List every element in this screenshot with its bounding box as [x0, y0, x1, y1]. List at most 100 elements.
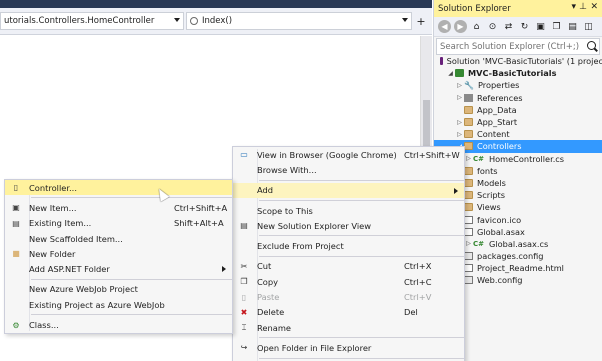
tree-item-label: Project_Readme.html: [477, 263, 564, 274]
tree-item[interactable]: ▷ Content: [434, 128, 602, 140]
menu-item-label: Class...: [29, 320, 59, 331]
expand-arrow-icon[interactable]: ▷: [455, 82, 464, 89]
menu-separator: [259, 235, 464, 237]
menu-item-exclude-from-project[interactable]: Exclude From Project: [233, 238, 464, 253]
collapse-all-icon[interactable]: ▣: [534, 20, 547, 33]
folder-icon: [464, 191, 473, 200]
menu-item-existing-project-as-azure-webjob[interactable]: Existing Project as Azure WebJob: [5, 297, 232, 312]
type-navigation-dropdown[interactable]: utorials.Controllers.HomeController: [0, 12, 184, 30]
menu-item-new-azure-webjob-project[interactable]: New Azure WebJob Project: [5, 282, 232, 297]
menu-item-paste: ▯ Paste Ctrl+V: [233, 289, 464, 304]
menu-item-open-folder-in-file-explorer[interactable]: ↪ Open Folder in File Explorer: [233, 340, 464, 355]
tree-item[interactable]: ▷ App_Start: [434, 116, 602, 128]
chevron-down-icon: [174, 18, 180, 22]
menu-item-new-folder[interactable]: ■ New Folder: [5, 246, 232, 261]
menu-item-view-in-browser-google-chrome[interactable]: ▭ View in Browser (Google Chrome) Ctrl+Shi…: [233, 147, 464, 162]
menu-item-shortcut: Ctrl+V: [404, 292, 432, 303]
menu-item-label: New Solution Explorer View: [257, 220, 372, 231]
preview-icon[interactable]: ◫: [582, 20, 595, 33]
forward-icon[interactable]: ▶: [454, 20, 467, 33]
tree-item-label: References: [477, 92, 523, 103]
refresh-icon[interactable]: ↻: [518, 20, 531, 33]
cut-icon: ✂: [240, 261, 248, 271]
tree-item-label: Global.asax.cs: [489, 238, 549, 249]
tree-item[interactable]: App_Data: [434, 104, 602, 116]
tree-item-label: Global.asax: [477, 226, 525, 237]
context-menu: ▭ View in Browser (Google Chrome) Ctrl+Shi…: [232, 146, 465, 361]
menu-item-new-scaffolded-item[interactable]: New Scaffolded Item...: [5, 231, 232, 246]
solution-explorer-search-input[interactable]: Search Solution Explorer (Ctrl+;): [436, 38, 600, 55]
expand-arrow-icon[interactable]: ▷: [464, 155, 473, 162]
menu-item-rename[interactable]: ⌶ Rename: [233, 320, 464, 335]
pending-changes-icon[interactable]: ⊙: [486, 20, 499, 33]
member-navigation-dropdown[interactable]: Index(): [186, 12, 412, 30]
menu-item-existing-item[interactable]: ▤ Existing Item... Shift+Alt+A: [5, 216, 232, 231]
menu-item-label: Rename: [257, 322, 292, 333]
properties-icon[interactable]: ▤: [566, 20, 579, 33]
wrench-icon: 🔧: [464, 80, 474, 90]
tree-item-label: Controllers: [477, 141, 522, 152]
menu-separator: [259, 179, 464, 181]
tree-item[interactable]: Solution 'MVC-BasicTutorials' (1 projec: [434, 55, 602, 67]
show-all-files-icon[interactable]: ❐: [550, 20, 563, 33]
menu-item-shortcut: Ctrl+X: [404, 261, 432, 272]
expand-arrow-icon[interactable]: ▷: [455, 119, 464, 126]
browser-icon: ▭: [240, 150, 248, 160]
tree-item-label: Views: [477, 202, 501, 213]
existing-item-icon: ▤: [12, 218, 20, 228]
sync-icon[interactable]: ⇄: [502, 20, 515, 33]
home-icon[interactable]: ⌂: [470, 20, 483, 33]
menu-item-label: Add: [257, 185, 274, 196]
search-icon[interactable]: [587, 41, 596, 50]
chevron-down-icon: [402, 18, 408, 22]
tree-item-label: Solution 'MVC-BasicTutorials' (1 projec: [446, 56, 602, 67]
solution-explorer-toolbar: ◀ ▶ ⌂ ⊙ ⇄ ↻ ▣ ❐ ▤ ◫: [434, 17, 602, 37]
menu-item-label: Paste: [257, 292, 280, 303]
dropdown-icon[interactable]: ▾: [571, 2, 576, 12]
menu-item-new-solution-explorer-view[interactable]: ▤ New Solution Explorer View: [233, 218, 464, 233]
menu-item-class[interactable]: ⚙ Class...: [5, 317, 232, 332]
tree-item-label: Properties: [478, 80, 520, 91]
close-icon[interactable]: ✕: [590, 2, 598, 12]
back-icon[interactable]: ◀: [438, 20, 451, 33]
tree-item-label: App_Data: [477, 104, 517, 115]
menu-item-label: Cut: [257, 261, 272, 272]
menu-separator: [259, 255, 464, 257]
menu-item-shortcut: Shift+Alt+A: [174, 218, 224, 229]
new-item-icon: ▣: [12, 203, 20, 213]
file-icon: [464, 264, 473, 273]
collapse-arrow-icon[interactable]: ◢: [446, 70, 455, 77]
expand-arrow-icon[interactable]: ▷: [464, 240, 473, 247]
tree-item[interactable]: ▷ 🔧 Properties: [434, 79, 602, 91]
menu-item-add-asp-net-folder[interactable]: Add ASP.NET Folder: [5, 261, 232, 276]
expand-arrow-icon[interactable]: ▷: [455, 94, 464, 101]
project-icon: [455, 69, 464, 78]
new-folder-icon: ■: [12, 249, 20, 259]
menu-item-browse-with[interactable]: Browse With...: [233, 162, 464, 177]
folder-icon: [464, 166, 473, 175]
tree-item[interactable]: ▷ References: [434, 92, 602, 104]
pin-icon[interactable]: ⊥: [579, 2, 587, 12]
menu-item-copy[interactable]: ❐ Copy Ctrl+C: [233, 274, 464, 289]
menu-item-label: New Folder: [29, 248, 76, 259]
tree-item[interactable]: ◢ MVC-BasicTutorials: [434, 67, 602, 79]
solution-explorer-title-bar: Solution Explorer ▾ ⊥ ✕: [434, 0, 602, 17]
menu-item-cut[interactable]: ✂ Cut Ctrl+X: [233, 259, 464, 274]
tree-item-label: favicon.ico: [477, 214, 522, 225]
menu-item-label: Delete: [257, 307, 285, 318]
copy-icon: ❐: [240, 277, 248, 287]
folder-icon: [464, 105, 473, 114]
menu-item-shortcut: Del: [404, 307, 418, 318]
solution-explorer-title: Solution Explorer: [438, 3, 511, 14]
menu-separator: [259, 337, 464, 339]
menu-separator: [259, 199, 464, 201]
menu-item-add[interactable]: Add: [233, 182, 464, 198]
split-editor-button[interactable]: +: [415, 12, 427, 30]
method-icon: [190, 17, 198, 25]
menu-item-scope-to-this[interactable]: Scope to This: [233, 203, 464, 218]
csharp-icon: C#: [473, 154, 485, 163]
menu-item-controller[interactable]: ▯ Controller...: [5, 180, 232, 196]
menu-item-delete[interactable]: ✖ Delete Del: [233, 305, 464, 320]
menu-item-new-item[interactable]: ▣ New Item... Ctrl+Shift+A: [5, 200, 232, 215]
expand-arrow-icon[interactable]: ▷: [455, 131, 464, 138]
